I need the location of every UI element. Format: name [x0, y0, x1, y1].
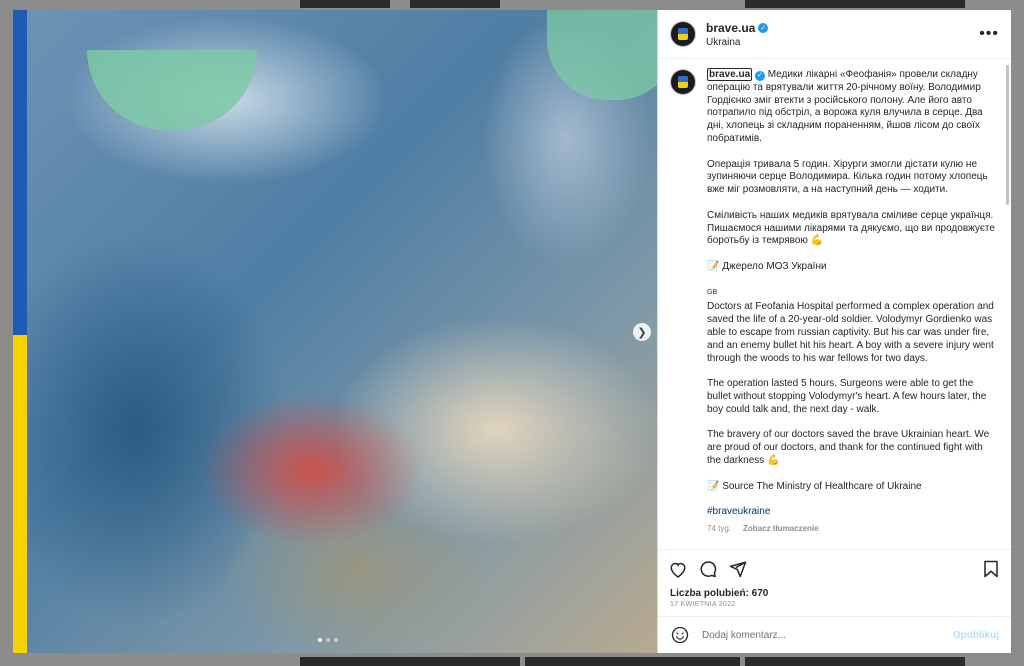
caption-paragraph-3: Сміливість наших медиків врятувала сміли…: [707, 209, 998, 247]
post-age: 74 tyg.: [707, 523, 732, 533]
publish-button[interactable]: Opublikuj: [953, 630, 999, 641]
carousel-dot: [326, 638, 330, 642]
see-translation-link[interactable]: Zobacz tłumaczenie: [743, 523, 819, 536]
share-icon[interactable]: [728, 559, 748, 579]
carousel-dots: [318, 638, 338, 642]
post-date: 17 KWIETNIA 2022: [670, 601, 736, 608]
verified-badge-icon: ✓: [758, 22, 769, 33]
comment-icon[interactable]: [698, 559, 718, 579]
caption-paragraph-1: brave.ua ✓ Медики лікарні «Феофанія» про…: [707, 68, 997, 146]
header-username-row: brave.ua ✓: [706, 21, 979, 35]
caption-row: brave.ua ✓ Медики лікарні «Феофанія» про…: [670, 68, 999, 536]
caption-source-ua: 📝 Джерело МОЗ України: [707, 260, 827, 272]
action-bar: [658, 549, 1011, 588]
caption-en-paragraph-3: The bravery of our doctors saved the bra…: [707, 429, 992, 466]
caption-body: brave.ua ✓ Медики лікарні «Феофанія» про…: [707, 68, 998, 536]
caption-area[interactable]: brave.ua ✓ Медики лікарні «Феофанія» про…: [658, 59, 1011, 549]
post-header: brave.ua ✓ Ukraina •••: [658, 10, 1011, 59]
chevron-right-icon: ❯: [637, 326, 647, 339]
backdrop-post-bottom-3: [745, 657, 965, 666]
comment-input[interactable]: [700, 628, 953, 642]
surgeon-mask-right: [547, 10, 657, 100]
caption-en-paragraph-1: Doctors at Feofania Hospital performed a…: [707, 301, 997, 364]
surgeon-mask: [87, 50, 257, 130]
caption-username[interactable]: brave.ua: [707, 68, 753, 81]
heart-icon[interactable]: [668, 559, 688, 579]
likes-count[interactable]: Liczba polubień: 670: [658, 588, 1011, 599]
caption-meta: 74 tyg. Zobacz tłumaczenie: [707, 523, 997, 536]
comment-box: Opublikuj: [658, 616, 1011, 653]
header-username[interactable]: brave.ua: [706, 21, 755, 35]
post-media[interactable]: ❯: [13, 10, 657, 653]
backdrop-post-bottom-2: [525, 657, 740, 666]
caption-avatar[interactable]: [670, 69, 696, 95]
bookmark-icon[interactable]: [981, 559, 1001, 579]
hashtag-link[interactable]: #braveukraine: [707, 506, 997, 519]
more-options-icon[interactable]: •••: [979, 25, 999, 43]
backdrop-post-top-mid: [410, 0, 500, 8]
post-location[interactable]: Ukraina: [706, 37, 979, 48]
post-modal: ❯ brave.ua ✓ Ukraina ••• brave.ua ✓ Меди…: [13, 10, 1011, 653]
backdrop-post-bottom-1: [300, 657, 520, 666]
carousel-dot: [334, 638, 338, 642]
trident-logo-icon: [678, 28, 688, 40]
header-text: brave.ua ✓ Ukraina: [706, 21, 979, 48]
caption-en-paragraph-2: The operation lasted 5 hours. Surgeons w…: [707, 378, 990, 415]
trident-logo-icon: [678, 76, 688, 88]
caption-paragraph-2: Операція тривала 5 годин. Хірурги змогли…: [707, 158, 991, 196]
scrollbar-thumb[interactable]: [1006, 65, 1009, 205]
post-details-panel: brave.ua ✓ Ukraina ••• brave.ua ✓ Медики…: [657, 10, 1011, 653]
backdrop-post-top-left: [300, 0, 390, 8]
backdrop-post-top-right: [745, 0, 965, 8]
english-flag-label: GB: [707, 288, 718, 296]
next-slide-button[interactable]: ❯: [633, 323, 651, 341]
avatar[interactable]: [670, 21, 696, 47]
carousel-dot-active: [318, 638, 322, 642]
flag-stripe-blue: [13, 10, 27, 335]
flag-stripe-yellow: [13, 335, 27, 653]
verified-badge-icon: ✓: [754, 71, 765, 82]
caption-source-en: 📝 Source The Ministry of Healthcare of U…: [707, 480, 922, 492]
emoji-icon[interactable]: [670, 625, 690, 645]
surgery-photo: [27, 10, 657, 653]
